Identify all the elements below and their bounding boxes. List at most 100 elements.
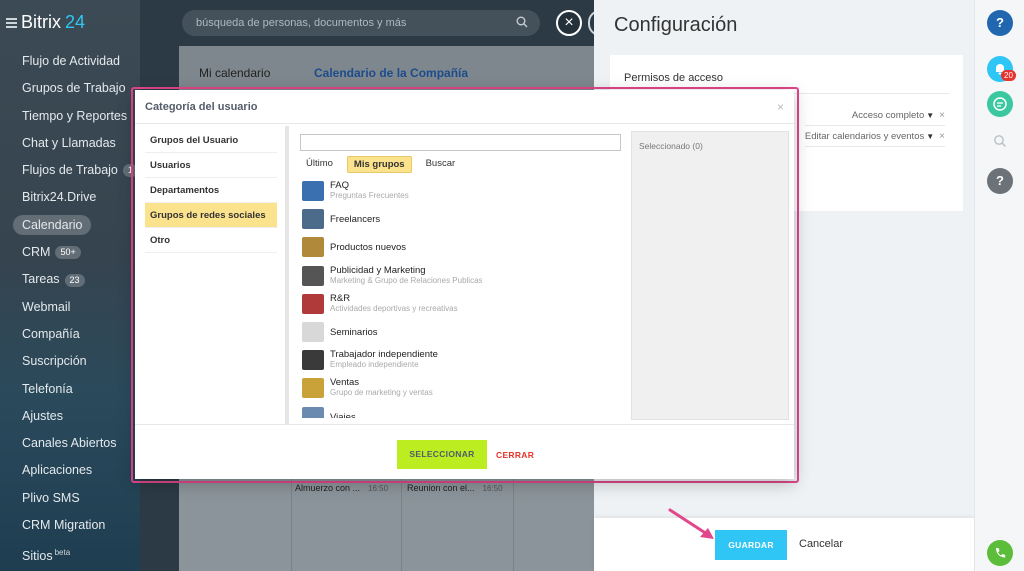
sidebar-item-label: Flujos de Trabajo [22, 163, 118, 178]
config-title: Configuración [614, 14, 738, 36]
group-tab[interactable]: Mis grupos [346, 156, 412, 173]
category-item[interactable]: Usuarios [145, 153, 277, 178]
sidebar-item[interactable]: Ajustes [0, 403, 140, 430]
group-item[interactable]: Trabajador independiente Empleado indepen… [302, 347, 618, 375]
sidebar-item-label: Ajustes [22, 408, 63, 423]
sidebar-item-label: Plivo SMS [22, 490, 80, 505]
category-item[interactable]: Otro [145, 228, 277, 253]
category-item[interactable]: Grupos de redes sociales [145, 203, 277, 228]
close-icon[interactable]: × [777, 100, 784, 114]
sidebar-item[interactable]: Grupos de Trabajo [0, 75, 140, 102]
hamburger-menu-icon[interactable] [6, 16, 17, 30]
divider [285, 126, 289, 424]
global-search-input[interactable]: búsqueda de personas, documentos y más [182, 10, 540, 36]
divider [805, 125, 945, 126]
sidebar-item[interactable]: Canales Abiertos [0, 430, 140, 457]
group-thumbnail [302, 406, 324, 418]
group-item[interactable]: Viajes [302, 404, 618, 418]
sidebar-item[interactable]: Bitrix24.Drive [0, 184, 140, 211]
permission-select[interactable]: Editar calendarios y eventos ▼ × [805, 131, 945, 142]
sidebar-item-label: Webmail [22, 299, 71, 314]
calendar-event[interactable]: Reunion con el... 16:50 [407, 483, 503, 493]
sidebar-item[interactable]: Tiempo y Reportes [0, 103, 140, 130]
annotation-arrow-icon [668, 508, 714, 539]
chat-icon[interactable] [987, 91, 1013, 117]
group-thumbnail [302, 237, 324, 258]
sidebar-item[interactable]: Plivo SMS [0, 485, 140, 512]
sidebar-item[interactable]: Calendario [0, 212, 140, 239]
sidebar-item[interactable]: Flujos de Trabajo 1 [0, 157, 140, 184]
group-item[interactable]: FAQ Preguntas Frecuentes [302, 178, 618, 206]
group-item[interactable]: R&R Actividades deportivas y recreativas [302, 291, 618, 319]
caret-down-icon[interactable]: ▼ [926, 132, 934, 141]
sidebar-item[interactable]: Chat y Llamadas [0, 130, 140, 157]
calendar-event[interactable]: Almuerzo con ... 16:50 [295, 483, 388, 493]
sidebar-item[interactable]: Compañía [0, 321, 140, 348]
group-search-input[interactable] [300, 134, 621, 151]
sidebar-item[interactable]: Suscripción [0, 348, 140, 375]
selected-panel: Seleccionado (0) [631, 131, 789, 420]
left-sidebar: Bitrix 24 Flujo de Actividad Grupos de Tr… [0, 0, 140, 571]
notifications-badge: 20 [1001, 70, 1016, 81]
help-icon[interactable]: ? [987, 10, 1013, 36]
save-button[interactable]: GUARDAR [715, 530, 787, 560]
select-button[interactable]: SELECCIONAR [397, 440, 487, 469]
sidebar-item-label: Tareas [22, 272, 60, 287]
sidebar-item[interactable]: Webmail [0, 294, 140, 321]
logo[interactable]: Bitrix 24 [6, 12, 85, 33]
category-item[interactable]: Departamentos [145, 178, 277, 203]
search-icon[interactable] [516, 16, 528, 28]
avatar[interactable]: ? [987, 168, 1013, 194]
remove-icon[interactable]: × [939, 131, 945, 142]
group-thumbnail [302, 265, 324, 286]
group-name: Seminarios [330, 326, 378, 338]
tab-company-calendar[interactable]: Calendario de la Compañía [314, 66, 468, 80]
group-thumbnail [302, 321, 324, 342]
group-item[interactable]: Productos nuevos [302, 234, 618, 262]
group-thumbnail [302, 350, 324, 371]
sidebar-item[interactable]: Sitios beta [0, 539, 140, 566]
divider [135, 424, 794, 425]
divider [805, 146, 945, 147]
caret-down-icon[interactable]: ▼ [926, 111, 934, 120]
group-item[interactable]: Freelancers [302, 206, 618, 234]
category-item[interactable]: Grupos del Usuario [145, 128, 277, 153]
sidebar-item-label: Chat y Llamadas [22, 135, 116, 150]
group-tab[interactable]: Buscar [420, 156, 462, 173]
group-name: Productos nuevos [330, 242, 407, 254]
sidebar-item-label: Telefonía [22, 381, 73, 396]
permission-select[interactable]: Acceso completo ▼ × [852, 110, 945, 121]
sidebar-item[interactable]: Tareas 23 [0, 266, 140, 293]
sidebar-item-label: CRM [22, 245, 51, 260]
sidebar-item[interactable]: Flujo de Actividad [0, 48, 140, 75]
search-placeholder: búsqueda de personas, documentos y más [196, 17, 407, 29]
phone-icon[interactable] [987, 540, 1013, 566]
sidebar-item-label: Grupos de Trabajo [22, 81, 126, 96]
group-name: Freelancers [330, 214, 381, 226]
close-slider-icon[interactable]: × [556, 10, 582, 36]
sidebar-item[interactable]: Aplicaciones [0, 457, 140, 484]
rail-search-icon[interactable] [987, 128, 1013, 154]
sidebar-item[interactable]: CRM Migration [0, 512, 140, 539]
logo-accent: 24 [65, 12, 86, 32]
tab-my-calendar[interactable]: Mi calendario [199, 66, 270, 80]
group-item[interactable]: Ventas Grupo de marketing y ventas [302, 375, 618, 403]
selected-count: Seleccionado (0) [639, 141, 703, 151]
group-subtitle: Preguntas Frecuentes [330, 191, 409, 200]
close-button[interactable]: CERRAR [496, 450, 534, 460]
group-name: Ventas [330, 377, 360, 389]
calendar-grid-line [513, 476, 514, 571]
group-thumbnail [302, 293, 324, 314]
group-name: Trabajador independiente [330, 349, 438, 361]
user-category-dialog: Categoría del usuario × Grupos del Usuar… [135, 90, 794, 479]
sidebar-item-label: CRM Migration [22, 518, 106, 533]
group-list: FAQ Preguntas Frecuentes Freelancers Produc… [302, 178, 618, 418]
cancel-button[interactable]: Cancelar [799, 538, 843, 550]
sidebar-item[interactable]: CRM 50+ [0, 239, 140, 266]
group-item[interactable]: Seminarios [302, 319, 618, 347]
remove-icon[interactable]: × [939, 110, 945, 121]
sidebar-item[interactable]: Telefonía [0, 376, 140, 403]
group-item[interactable]: Publicidad y Marketing Marketing & Grupo … [302, 263, 618, 291]
group-tab[interactable]: Último [300, 156, 339, 173]
group-thumbnail [302, 378, 324, 399]
